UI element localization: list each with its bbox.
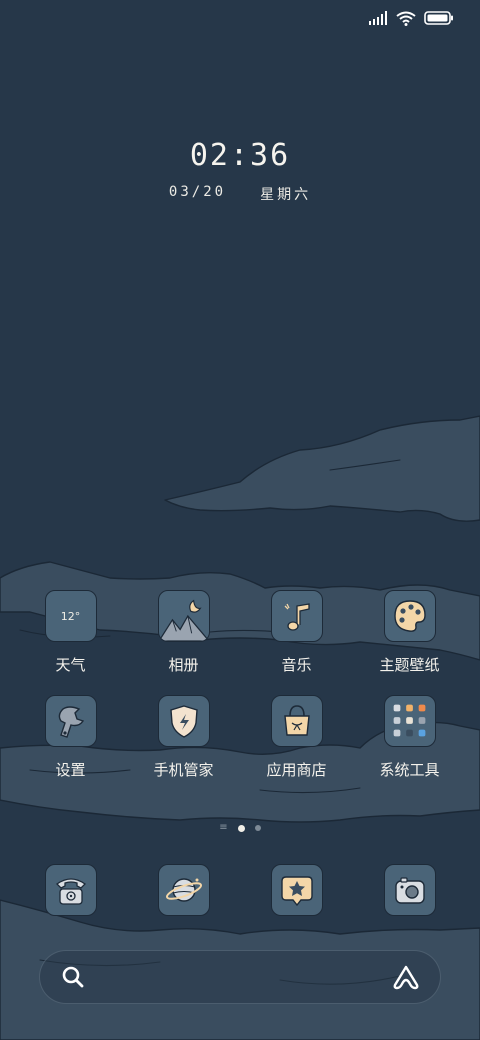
dock [14,864,466,916]
page-indicator[interactable]: ≡ [0,823,480,833]
date-text: 03/20 [168,184,227,200]
gallery-icon [157,590,210,642]
app-label: 相册 [168,656,199,674]
battery-icon [424,11,453,25]
status-bar [0,0,480,36]
app-phone-manager[interactable]: 手机管家 [127,695,240,781]
app-settings[interactable]: 设置 [14,695,127,781]
assistant-icon[interactable] [392,964,420,990]
app-label: 手机管家 [153,761,214,779]
browser-planet-icon [157,864,210,916]
palette-icon [383,590,436,642]
folder-icon [383,695,436,747]
app-system-tools[interactable]: 系统工具 [353,695,466,781]
date-row[interactable]: 03/20 星期六 [0,184,480,204]
wifi-icon [396,11,416,26]
app-label: 应用商店 [266,761,327,779]
signal-bars-icon [369,11,387,25]
app-grid: 12° 天气 相册 音乐 主题壁纸 设置 手机管家 应用商店 系统工具 [14,590,466,781]
messages-icon [270,864,323,916]
dock-messages[interactable] [240,864,353,916]
weekday-text: 星期六 [260,187,312,203]
page-dot [254,825,261,831]
camera-icon [383,864,436,916]
dock-camera[interactable] [353,864,466,916]
wrench-icon [44,695,97,747]
weather-icon: 12° [44,590,97,642]
menu-lines-icon: ≡ [219,822,228,833]
app-gallery[interactable]: 相册 [127,590,240,676]
app-store[interactable]: 应用商店 [240,695,353,781]
search-icon[interactable] [60,964,86,990]
dock-phone[interactable] [14,864,127,916]
app-themes[interactable]: 主题壁纸 [353,590,466,676]
shopping-bag-icon [270,695,323,747]
search-bar[interactable] [39,950,441,1004]
music-icon [270,590,323,642]
app-weather[interactable]: 12° 天气 [14,590,127,676]
clock-time[interactable]: 02:36 [0,138,480,173]
page-dot-active [237,824,245,832]
dock-browser[interactable] [127,864,240,916]
app-label: 系统工具 [379,761,440,779]
app-label: 设置 [55,761,86,779]
shield-icon [157,695,210,747]
app-label: 主题壁纸 [379,656,440,674]
app-label: 天气 [55,656,86,674]
app-music[interactable]: 音乐 [240,590,353,676]
weather-temperature: 12° [60,609,81,623]
phone-icon [44,864,97,916]
app-label: 音乐 [281,656,312,674]
